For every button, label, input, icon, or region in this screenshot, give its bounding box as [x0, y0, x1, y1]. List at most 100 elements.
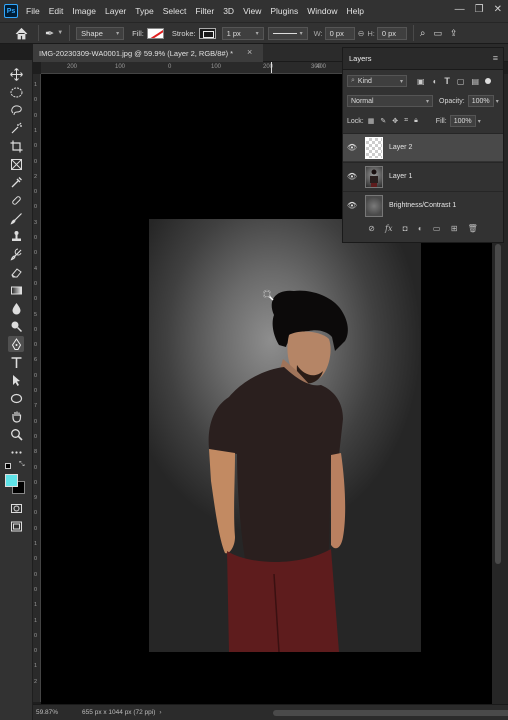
restore-icon[interactable]: ❐ [475, 4, 484, 15]
ruler-tick: 0 [34, 326, 38, 333]
path-select-icon[interactable] [8, 372, 24, 388]
new-layer-icon[interactable]: ⊞ [451, 224, 458, 238]
lasso-icon[interactable] [8, 102, 24, 118]
layer-row-brightness-contrast-1[interactable]: 👁︎ Brightness/Contrast 1 [343, 191, 503, 219]
marquee-icon[interactable] [8, 84, 24, 100]
blend-mode-select[interactable]: Normal ▾ [347, 95, 433, 107]
quick-mask-icon[interactable] [8, 500, 24, 516]
default-colors-icon[interactable] [5, 463, 11, 469]
menu-layer[interactable]: Layer [105, 6, 126, 16]
pen-tool-preset-icon[interactable]: ✒ [45, 27, 54, 40]
close-tab-icon[interactable]: × [247, 47, 252, 57]
ellipse-icon[interactable] [8, 390, 24, 406]
screen-mode-icon[interactable] [8, 518, 24, 534]
minimize-icon[interactable]: — [455, 4, 465, 15]
layers-panel-footer: ⊘ fx ◘ ◐ ▭ ⊞ 🗑︎ [343, 224, 503, 238]
opacity-input[interactable]: 100% [467, 95, 494, 107]
tool-mode-select[interactable]: Shape ▾ [76, 26, 125, 40]
shape-filter-icon[interactable]: ▢ [457, 77, 465, 86]
menu-image[interactable]: Image [72, 6, 96, 16]
gradient-icon[interactable] [8, 282, 24, 298]
link-icon[interactable]: ⊖ [358, 29, 365, 38]
share-icon[interactable]: ⇪ [450, 28, 458, 39]
menu-select[interactable]: Select [163, 6, 187, 16]
home-icon[interactable] [10, 22, 32, 44]
stroke-width-value: 1 px [226, 28, 241, 38]
crop-icon[interactable] [8, 138, 24, 154]
panel-menu-icon[interactable]: ≡ [493, 53, 498, 63]
hand-icon[interactable] [8, 408, 24, 424]
pixel-filter-icon[interactable]: ▣ [417, 77, 425, 86]
type-icon[interactable] [8, 354, 24, 370]
height-input[interactable]: 0 px [376, 26, 407, 40]
zoom-level[interactable]: 59.87% [36, 709, 58, 716]
menu-type[interactable]: Type [135, 6, 153, 16]
visibility-eye-icon[interactable]: 👁︎ [343, 172, 361, 181]
close-window-icon[interactable]: ✕ [494, 4, 502, 15]
eyedropper-icon[interactable] [8, 174, 24, 190]
smart-filter-icon[interactable]: ▤ [471, 77, 479, 86]
menu-window[interactable]: Window [307, 6, 337, 16]
ruler-tick: 1 [34, 617, 38, 624]
chevron-down-icon[interactable]: ▼ [57, 30, 63, 36]
horizontal-scroll-thumb[interactable] [273, 710, 508, 716]
blur-icon[interactable] [8, 300, 24, 316]
menu-view[interactable]: View [243, 6, 261, 16]
visibility-eye-icon[interactable]: 👁︎ [343, 143, 361, 152]
search-icon[interactable]: ⌕ [420, 28, 426, 39]
menu-3d[interactable]: 3D [223, 6, 234, 16]
eraser-icon[interactable] [8, 264, 24, 280]
dodge-icon[interactable] [8, 318, 24, 334]
width-value: 0 px [329, 28, 344, 38]
swap-colors-icon[interactable]: ⤡ [19, 461, 25, 469]
add-mask-icon[interactable]: ◘ [403, 224, 408, 238]
menu-filter[interactable]: Filter [195, 6, 214, 16]
foreground-color-swatch[interactable] [5, 474, 18, 487]
zoom-icon[interactable] [8, 426, 24, 442]
type-filter-icon[interactable]: T [444, 76, 450, 86]
link-layers-icon[interactable]: ⊘ [368, 224, 375, 238]
new-adjustment-icon[interactable]: ◐ [418, 224, 423, 238]
workspace-icon[interactable]: ▭ [433, 28, 442, 39]
lock-position-icon[interactable]: ✥ [392, 117, 398, 125]
stroke-width-input[interactable]: 1 px ▾ [221, 26, 264, 40]
layer-row-layer-1[interactable]: 👁︎ Layer 1 [343, 162, 503, 190]
frame-icon[interactable] [8, 156, 24, 172]
menu-help[interactable]: Help [346, 6, 363, 16]
quick-select-icon[interactable] [8, 120, 24, 136]
lock-transparent-icon[interactable]: ▦ [368, 117, 375, 125]
lock-all-icon[interactable]: 🔒︎ [414, 117, 418, 125]
brush-icon[interactable] [8, 210, 24, 226]
fill-input[interactable]: 100% [449, 115, 476, 127]
kind-filter-select[interactable]: ⌕ Kind ▾ [347, 75, 407, 87]
menu-file[interactable]: File [26, 6, 40, 16]
fx-icon[interactable]: fx [385, 224, 392, 238]
lock-artboard-icon[interactable]: ⌗ [404, 117, 408, 125]
vertical-scroll-thumb[interactable] [495, 244, 501, 564]
delete-layer-icon[interactable]: 🗑︎ [468, 224, 478, 238]
new-group-icon[interactable]: ▭ [433, 224, 441, 238]
visibility-eye-icon[interactable]: 👁︎ [343, 201, 361, 210]
status-chevron-icon[interactable]: › [159, 709, 161, 716]
clone-stamp-icon[interactable] [8, 228, 24, 244]
filter-toggle-icon[interactable] [485, 78, 492, 84]
document-tab[interactable]: IMG-20230309-WA0001.jpg @ 59.9% (Layer 2… [33, 44, 263, 62]
photo-canvas[interactable] [149, 219, 421, 652]
chevron-down-icon[interactable]: ▾ [496, 98, 499, 105]
fill-swatch[interactable] [146, 27, 164, 39]
pen-icon[interactable] [8, 336, 24, 352]
history-brush-icon[interactable] [8, 246, 24, 262]
more-icon[interactable] [8, 444, 24, 460]
healing-icon[interactable] [8, 192, 24, 208]
width-input[interactable]: 0 px [324, 26, 355, 40]
search-icon: ⌕ [351, 77, 355, 84]
lock-image-icon[interactable]: ✎ [380, 117, 386, 125]
chevron-down-icon[interactable]: ▾ [478, 118, 481, 125]
move-icon[interactable] [8, 66, 24, 82]
adjustment-filter-icon[interactable]: ◐ [433, 77, 438, 86]
stroke-type-select[interactable]: ▾ [267, 26, 308, 40]
stroke-swatch[interactable] [198, 27, 216, 39]
layer-row-layer-2[interactable]: 👁︎ Layer 2 [343, 133, 503, 161]
menu-edit[interactable]: Edit [49, 6, 64, 16]
menu-plugins[interactable]: Plugins [270, 6, 298, 16]
